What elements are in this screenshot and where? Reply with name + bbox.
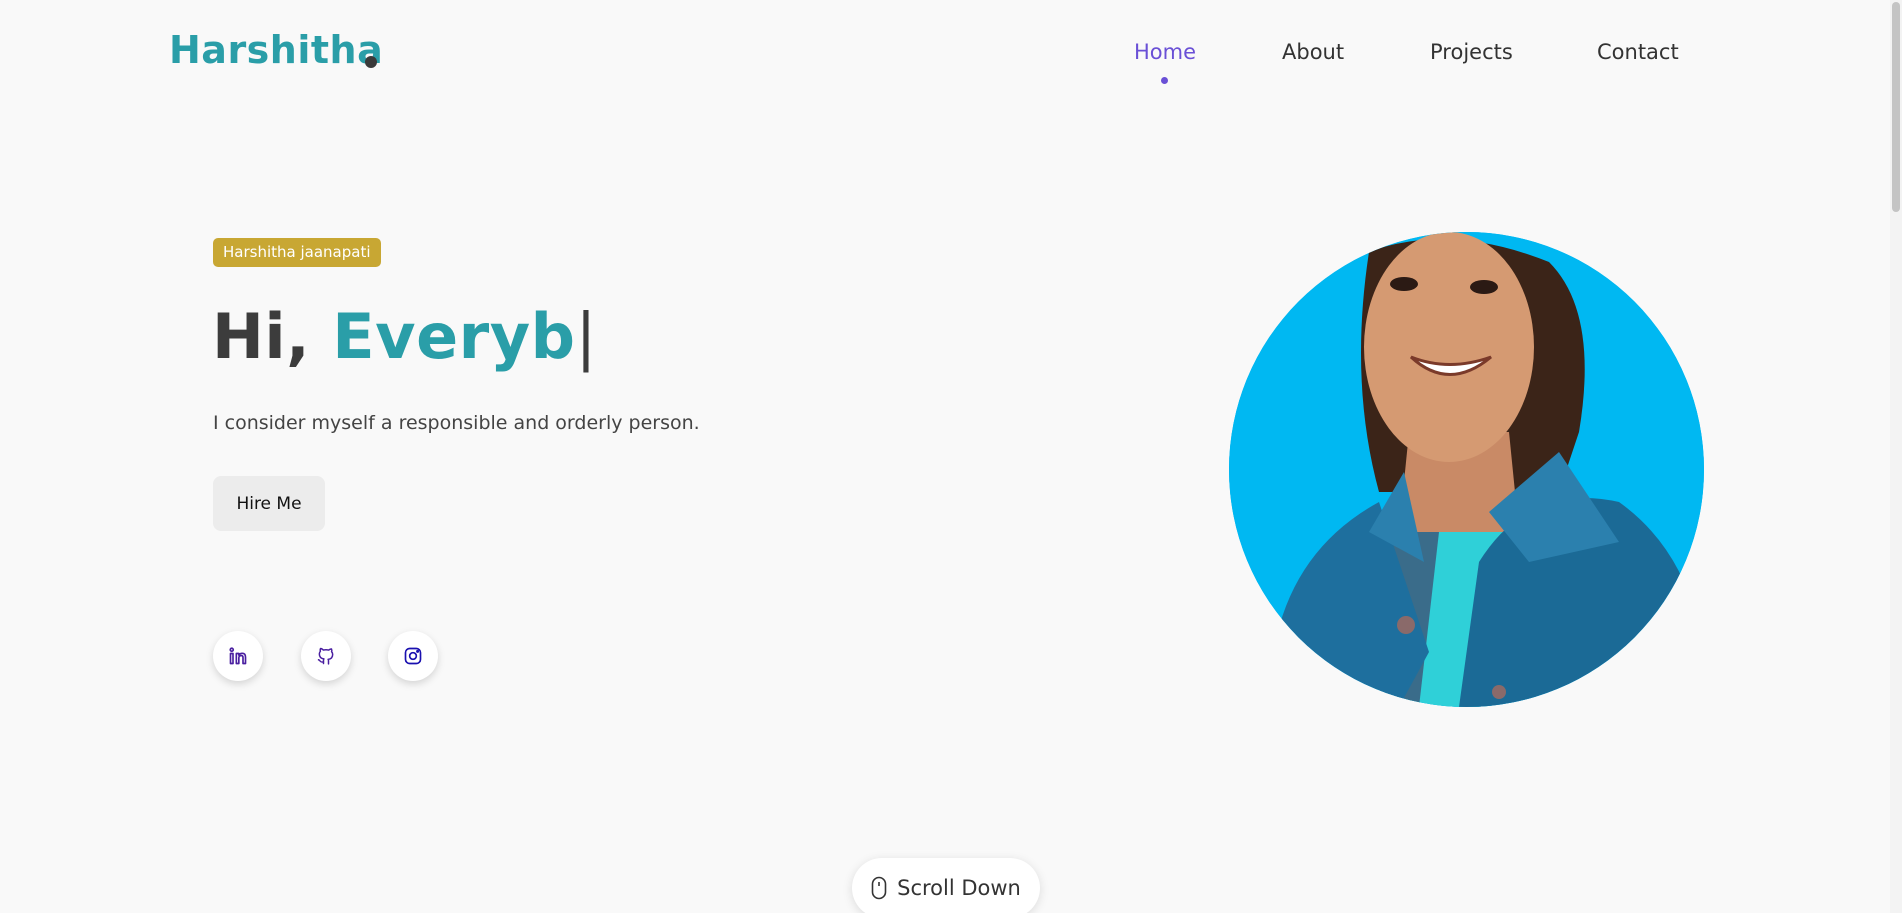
- linkedin-icon: [229, 647, 247, 665]
- instagram-icon: [404, 647, 422, 665]
- scrollbar-thumb[interactable]: [1892, 2, 1900, 212]
- hire-me-button[interactable]: Hire Me: [213, 476, 325, 531]
- portfolio-page: Harshitha Home About Projects Contact Ha…: [0, 0, 1902, 913]
- hero-tagline: I consider myself a responsible and orde…: [213, 412, 700, 434]
- profile-photo-illustration: [1229, 232, 1704, 707]
- instagram-link[interactable]: [388, 631, 438, 681]
- nav-projects[interactable]: Projects: [1430, 40, 1513, 64]
- linkedin-link[interactable]: [213, 631, 263, 681]
- nav-home[interactable]: Home: [1134, 40, 1196, 64]
- scroll-down-button[interactable]: Scroll Down: [852, 858, 1040, 913]
- profile-photo: [1229, 232, 1704, 707]
- nav-contact[interactable]: Contact: [1597, 40, 1679, 64]
- mouse-icon: [871, 876, 887, 900]
- headline-greeting: Hi,: [212, 300, 311, 373]
- hero-headline: Hi, Everyb|: [212, 300, 597, 373]
- name-badge: Harshitha jaanapati: [213, 238, 381, 267]
- scroll-down-label: Scroll Down: [897, 876, 1021, 900]
- page-scrollbar[interactable]: [1890, 0, 1902, 913]
- github-icon: [317, 647, 334, 665]
- nav-about[interactable]: About: [1282, 40, 1344, 64]
- main-nav: Home About Projects Contact: [0, 40, 1902, 90]
- typing-caret: |: [575, 300, 597, 373]
- github-link[interactable]: [301, 631, 351, 681]
- nav-active-indicator: [1161, 77, 1168, 84]
- headline-typed-word: Everyb: [332, 300, 576, 373]
